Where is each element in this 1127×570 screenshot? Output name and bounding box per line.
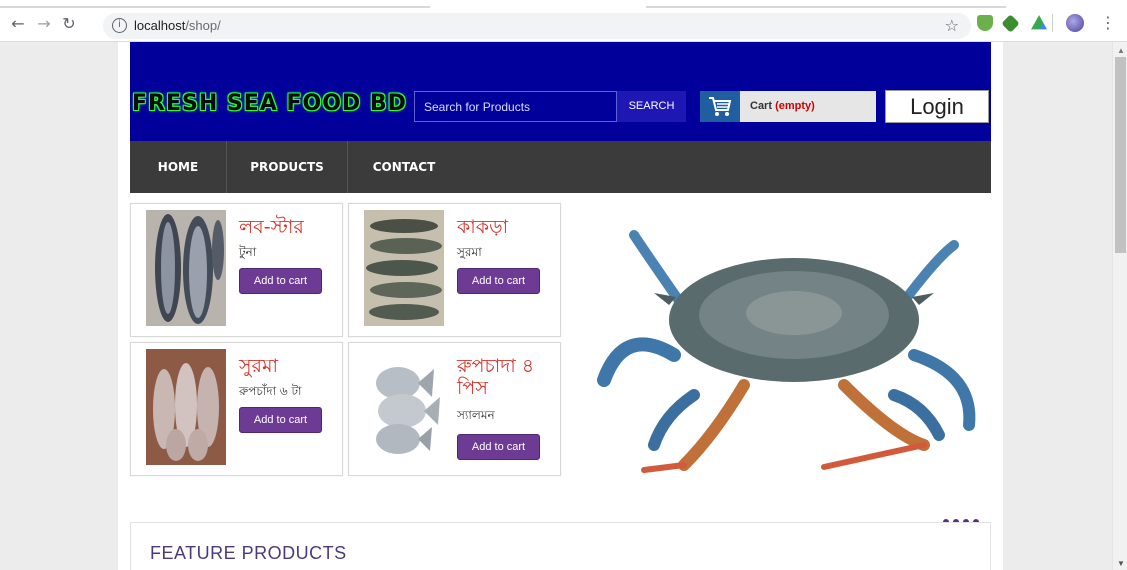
product-name[interactable]: সুরমা (239, 355, 339, 377)
product-card: রুপচাদা ৪ পিস স্যালমন Add to cart (348, 342, 561, 476)
url-path: /shop/ (185, 18, 221, 33)
bookmark-star-icon[interactable]: ☆ (945, 16, 959, 35)
cart-summary[interactable]: Cart (empty) (740, 91, 876, 122)
scroll-up-icon[interactable]: ▲ (1117, 46, 1125, 55)
add-to-cart-button[interactable]: Add to cart (239, 268, 322, 294)
tab-strip (0, 0, 1127, 8)
add-to-cart-button[interactable]: Add to cart (457, 268, 540, 294)
profile-avatar[interactable] (1066, 14, 1084, 32)
product-card: কাকড়া সুরমা Add to cart (348, 203, 561, 337)
url-text[interactable]: localhost/shop/ (134, 18, 221, 33)
tab-divider (646, 6, 1006, 8)
product-subtitle: স্যালমন (457, 408, 495, 422)
tab-divider (0, 6, 430, 8)
cart-label: Cart (750, 100, 773, 112)
add-to-cart-button[interactable]: Add to cart (239, 407, 322, 433)
cube-extension-icon[interactable] (1001, 14, 1020, 33)
drive-extension-icon[interactable] (1031, 15, 1047, 30)
shopping-cart-icon (709, 97, 732, 116)
product-name[interactable]: রুপচাদা ৪ পিস (457, 355, 557, 399)
hero-banner-crab[interactable] (594, 205, 990, 490)
product-subtitle: রুপচাঁদা ৬ টা (239, 384, 302, 398)
product-image-pomfret[interactable] (364, 349, 444, 465)
cart-status: (empty) (775, 100, 815, 112)
section-title: FEATURE PRODUCTS (150, 543, 347, 563)
product-card: লব-স্টার টুনা Add to cart (130, 203, 343, 337)
scrollbar-thumb[interactable] (1115, 57, 1126, 253)
product-subtitle: টুনা (239, 245, 257, 259)
login-button[interactable]: Login (885, 90, 989, 123)
cart-button[interactable] (700, 91, 740, 122)
search-button[interactable]: SEARCH (617, 91, 686, 122)
scroll-down-icon[interactable]: ▼ (1117, 559, 1125, 568)
main-nav: HOME PRODUCTS CONTACT (130, 141, 991, 193)
product-image-tuna[interactable] (146, 210, 226, 326)
product-name[interactable]: কাকড়া (457, 216, 557, 238)
product-image-rupchanda[interactable] (146, 349, 226, 465)
nav-products[interactable]: PRODUCTS (227, 141, 347, 193)
toolbar-divider (1052, 14, 1053, 32)
page-scrollbar[interactable]: ▲ ▼ (1112, 42, 1127, 570)
browser-toolbar: ← → ↻ i localhost/shop/ ☆ ⋮ (0, 0, 1127, 42)
back-icon[interactable]: ← (8, 14, 28, 34)
nav-home[interactable]: HOME (130, 141, 226, 193)
browser-menu-icon[interactable]: ⋮ (1100, 13, 1116, 32)
nav-contact[interactable]: CONTACT (348, 141, 460, 193)
site-info-icon[interactable]: i (112, 18, 127, 33)
address-bar[interactable]: i localhost/shop/ ☆ (103, 13, 971, 39)
site-logo[interactable]: FRESH SEA FOOD BD (132, 91, 407, 116)
search-input[interactable]: Search for Products (414, 91, 617, 122)
reload-icon[interactable]: ↻ (59, 14, 79, 34)
product-name[interactable]: লব-স্টার (239, 216, 339, 238)
url-host: localhost (134, 18, 186, 33)
product-subtitle: সুরমা (457, 245, 482, 259)
add-to-cart-button[interactable]: Add to cart (457, 434, 540, 460)
product-card: সুরমা রুপচাঁদা ৬ টা Add to cart (130, 342, 343, 476)
forward-icon[interactable]: → (34, 14, 54, 34)
feature-products-section: FEATURE PRODUCTS (130, 522, 991, 570)
product-image-surma[interactable] (364, 210, 444, 326)
shield-extension-icon[interactable] (977, 15, 993, 31)
